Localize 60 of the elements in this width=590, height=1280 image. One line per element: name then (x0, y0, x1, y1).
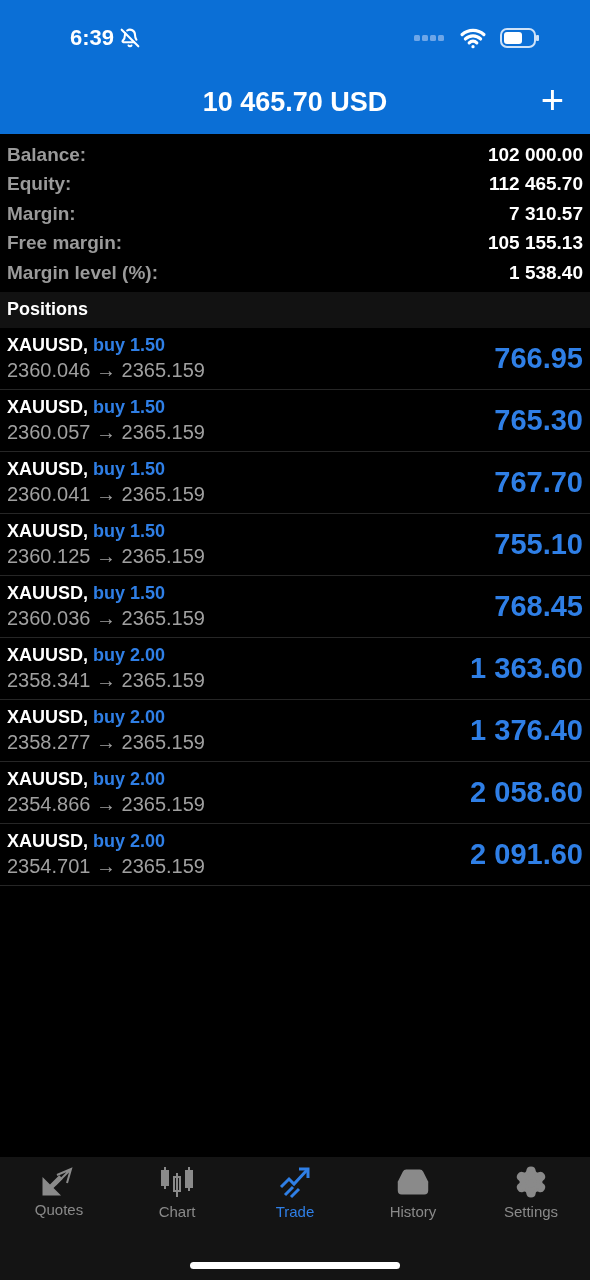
position-order: buy 1.50 (93, 520, 166, 542)
position-profit: 768.45 (494, 589, 583, 623)
summary-label: Equity: (7, 173, 72, 196)
summary-value: 7 310.57 (509, 202, 583, 225)
position-prices: 2358.277 → 2365.159 (7, 730, 205, 754)
summary-label: Free margin: (7, 232, 123, 255)
position-order: buy 2.00 (93, 644, 166, 666)
status-time: 6:39 (70, 25, 115, 51)
position-prices: 2360.041 → 2365.159 (7, 482, 205, 506)
tab-bar-item[interactable]: Chart (118, 1165, 236, 1221)
position-prices: 2360.057 → 2365.159 (7, 420, 205, 444)
position-profit: 1 376.40 (470, 713, 583, 747)
signal-dots-icon (414, 35, 446, 41)
position-symbol: XAUUSD, (7, 706, 88, 728)
position-symbol: XAUUSD, (7, 334, 88, 356)
position-prices: 2358.341 → 2365.159 (7, 668, 205, 692)
position-order: buy 2.00 (93, 830, 166, 852)
summary-value: 102 000.00 (487, 143, 583, 166)
position-symbol: XAUUSD, (7, 768, 88, 790)
position-profit: 766.95 (494, 341, 583, 375)
position-profit: 2 058.60 (470, 775, 583, 809)
position-order: buy 2.00 (93, 706, 166, 728)
battery-icon (500, 28, 540, 48)
position-symbol: XAUUSD, (7, 458, 88, 480)
position-prices: 2354.866 → 2365.159 (7, 792, 205, 816)
trend-arrow-icon (277, 1165, 313, 1199)
position-profit: 1 363.60 (470, 651, 583, 685)
summary-value: 1 538.40 (509, 261, 583, 284)
position-prices: 2360.046 → 2365.159 (7, 358, 205, 382)
position-order: buy 1.50 (93, 458, 166, 480)
position-order: buy 1.50 (93, 582, 166, 604)
position-prices: 2354.701 → 2365.159 (7, 854, 205, 878)
position-symbol: XAUUSD, (7, 396, 88, 418)
summary-label: Margin: (7, 202, 76, 225)
position-order: buy 2.00 (93, 768, 166, 790)
positions-header: Positions (0, 291, 590, 328)
summary-label: Margin level (%): (7, 261, 158, 284)
position-prices: 2360.125 → 2365.159 (7, 544, 205, 568)
summary-value: 105 155.13 (487, 232, 583, 255)
position-profit: 755.10 (494, 527, 583, 561)
position-profit: 767.70 (494, 465, 583, 499)
position-symbol: XAUUSD, (7, 582, 88, 604)
tab-bar-item[interactable]: History (354, 1165, 472, 1221)
position-order: buy 1.50 (93, 334, 166, 356)
add-button[interactable]: + (540, 78, 564, 122)
summary-value: 112 465.70 (488, 173, 583, 196)
position-symbol: XAUUSD, (7, 830, 88, 852)
position-profit: 765.30 (494, 403, 583, 437)
tab-bar-item[interactable]: Trade (236, 1165, 354, 1221)
position-profit: 2 091.60 (470, 837, 583, 871)
position-prices: 2360.036 → 2365.159 (7, 606, 205, 630)
account-equity-title: 10 465.70 USD (202, 86, 388, 118)
position-symbol: XAUUSD, (7, 644, 88, 666)
summary-label: Balance: (7, 143, 87, 166)
position-symbol: XAUUSD, (7, 520, 88, 542)
bell-slash-icon (120, 28, 141, 48)
tab-bar-item[interactable]: Quotes (0, 1165, 118, 1221)
position-order: buy 1.50 (93, 396, 166, 418)
tab-bar-item[interactable]: Settings (472, 1165, 590, 1221)
candlestick-icon (159, 1165, 195, 1199)
